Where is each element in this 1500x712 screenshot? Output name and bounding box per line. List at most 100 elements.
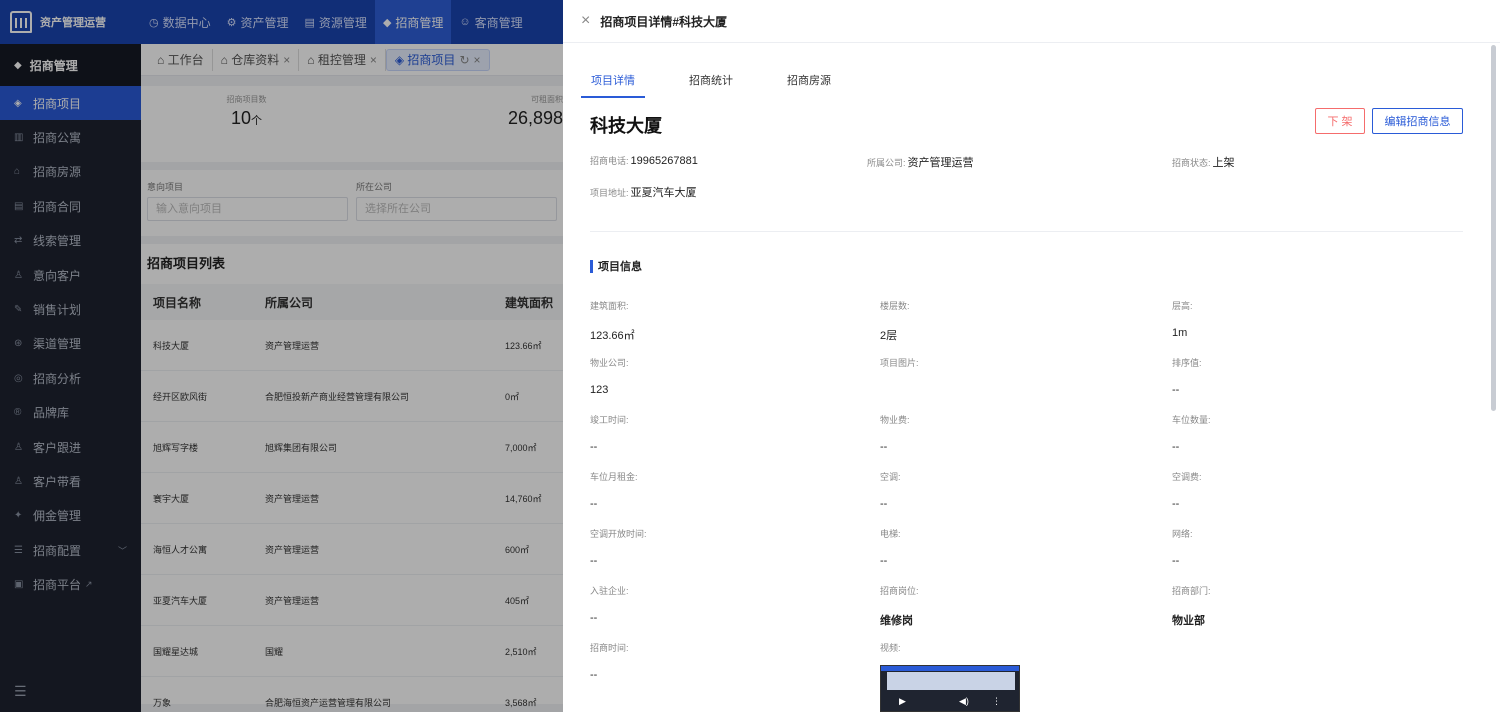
volume-icon[interactable]: ◀) <box>959 696 969 707</box>
project-icon: ◈ <box>394 52 408 67</box>
table-row[interactable]: 科技大厦 资产管理运营 123.66㎡ <box>141 320 563 371</box>
close-icon[interactable]: × <box>283 53 290 67</box>
contract-icon: ▤ <box>14 200 24 212</box>
project-name: 科技大厦 <box>590 116 662 136</box>
cell-area: 600㎡ <box>505 544 530 555</box>
column-header: 所属公司 <box>265 295 314 310</box>
stat-label: 招商项目数 <box>226 95 267 104</box>
section-project-info: 项目信息 <box>590 258 642 274</box>
table-row[interactable]: 亚夏汽车大厦 资产管理运营 405㎡ <box>141 575 563 626</box>
topnav-data-center[interactable]: ◷ 数据中心 <box>141 0 219 44</box>
sidebar-item-analysis[interactable]: ◎ 招商分析 <box>0 361 141 395</box>
stat-label: 可租面积 <box>531 95 563 104</box>
home-icon: ⌂ <box>157 52 168 67</box>
table-row[interactable]: 旭辉写字楼 旭辉集团有限公司 7,000㎡ <box>141 422 563 473</box>
tab-investment-rooms[interactable]: 招商房源 <box>777 72 841 98</box>
field-value: 123.66㎡ <box>590 330 635 342</box>
filter-label: 所在公司 <box>356 182 393 192</box>
sidebar-item-label: 招商房源 <box>33 165 82 180</box>
delist-button[interactable]: 下 架 <box>1315 108 1365 134</box>
address-info: 项目地址: 亚夏汽车大厦 <box>590 184 697 200</box>
close-icon[interactable]: × <box>474 53 481 67</box>
refresh-icon[interactable]: ↻ <box>459 53 469 67</box>
sidebar-item-config[interactable]: ☰ 招商配置 ﹀ <box>0 533 141 567</box>
sidebar-item-platform[interactable]: ▣ 招商平台 ↗ <box>0 567 141 601</box>
project-input[interactable]: 输入意向项目 <box>147 197 348 221</box>
address-value: 亚夏汽车大厦 <box>630 187 697 199</box>
sidebar-item-intent-customers[interactable]: ♙ 意向客户 <box>0 258 141 292</box>
sidebar-item-projects[interactable]: ◈ 招商项目 <box>0 86 141 121</box>
top-nav: ◷ 数据中心 ⚙ 资产管理 ▤ 资源管理 ◆ 招商管理 ☺ 客商管理 <box>141 0 531 44</box>
stat-value: 10个 <box>141 108 352 129</box>
company-select[interactable]: 选择所在公司 <box>356 197 557 221</box>
video-player[interactable]: ▶ ◀) ⋮ <box>880 665 1020 712</box>
collapse-menu-icon[interactable]: ☰ <box>14 683 27 700</box>
topnav-merchant[interactable]: ☺ 客商管理 <box>451 0 530 44</box>
cell-name: 万象 <box>153 697 172 708</box>
topnav-label: 资产管理 <box>240 15 289 30</box>
cell-area: 3,568㎡ <box>505 697 537 708</box>
tab-warehouse[interactable]: ⌂ 仓库资料 × <box>213 48 300 71</box>
tab-label: 仓库资料 <box>231 53 280 67</box>
filter-bar: 意向项目 输入意向项目 所在公司 选择所在公司 <box>141 170 563 236</box>
field-label: 网络: <box>1172 529 1193 539</box>
field-label: 空调: <box>880 472 901 482</box>
close-icon[interactable]: × <box>581 13 590 29</box>
project-icon: ◈ <box>14 97 22 109</box>
close-icon[interactable]: × <box>370 53 377 67</box>
field-value: -- <box>590 498 598 510</box>
stat-rentable-area: 可租面积 26,898 <box>352 86 563 162</box>
sidebar-item-label: 客户跟进 <box>33 440 82 455</box>
column-header: 建筑面积 <box>505 295 554 310</box>
topnav-asset[interactable]: ⚙ 资产管理 <box>219 0 297 44</box>
sidebar-item-commission[interactable]: ✦ 佣金管理 <box>0 499 141 533</box>
tab-workbench[interactable]: ⌂ 工作台 <box>149 48 213 71</box>
table-row[interactable]: 海恒人才公寓 资产管理运营 600㎡ <box>141 524 563 575</box>
tab-rent-control[interactable]: ⌂ 租控管理 × <box>299 48 386 71</box>
home-icon: ⌂ <box>14 166 21 178</box>
scrollbar[interactable] <box>1491 45 1496 411</box>
edit-investment-button[interactable]: 编辑招商信息 <box>1372 108 1463 134</box>
field-label: 竣工时间: <box>590 415 629 425</box>
sidebar-item-brands[interactable]: ® 品牌库 <box>0 396 141 430</box>
chevron-down-icon: ﹀ <box>117 545 127 556</box>
table-row[interactable]: 经开区欧风街 合肥恒投新产商业经营管理有限公司 0㎡ <box>141 371 563 422</box>
topnav-investment[interactable]: ◆ 招商管理 <box>374 0 452 44</box>
field-label: 入驻企业: <box>590 586 629 596</box>
tab-projects[interactable]: ◈ 招商项目 ↻ × <box>385 48 490 71</box>
table-row[interactable]: 寰宇大厦 资产管理运营 14,760㎡ <box>141 473 563 524</box>
tab-investment-stats[interactable]: 招商统计 <box>679 72 743 98</box>
column-header: 项目名称 <box>153 295 202 310</box>
sidebar-item-viewing[interactable]: ♙ 客户带看 <box>0 464 141 498</box>
sidebar-header: ◆ 招商管理 <box>0 44 141 86</box>
sliders-icon: ☰ <box>14 544 23 556</box>
more-options-icon[interactable]: ⋮ <box>992 696 1001 707</box>
list-title: 招商项目列表 <box>147 256 226 271</box>
sidebar-item-apartments[interactable]: ▥ 招商公寓 <box>0 120 141 154</box>
play-icon[interactable]: ▶ <box>899 696 906 707</box>
cell-area: 123.66㎡ <box>505 340 542 351</box>
field-label: 层高: <box>1172 301 1193 311</box>
diamond-icon: ◆ <box>382 16 392 29</box>
building-icon: ▤ <box>304 16 315 29</box>
user-icon: ♙ <box>14 475 23 487</box>
tab-project-detail[interactable]: 项目详情 <box>581 72 645 98</box>
sidebar-item-label: 销售计划 <box>33 303 82 318</box>
app-logo[interactable]: 资产管理运营 <box>0 0 141 44</box>
tab-label: 工作台 <box>167 53 204 67</box>
table-row[interactable]: 国耀星达城 国耀 2,510㎡ <box>141 626 563 677</box>
field-label: 车位数量: <box>1172 415 1211 425</box>
field-label: 空调费: <box>1172 472 1202 482</box>
page-tabs: ⌂ 工作台 ⌂ 仓库资料 × ⌂ 租控管理 × ◈ 招商项目 ↻ × <box>141 44 563 76</box>
stat-value: 26,898 <box>507 108 563 128</box>
sidebar-item-contracts[interactable]: ▤ 招商合同 <box>0 189 141 223</box>
sidebar-item-rooms[interactable]: ⌂ 招商房源 <box>0 155 141 189</box>
tab-label: 租控管理 <box>317 53 366 67</box>
main-content: ⌂ 工作台 ⌂ 仓库资料 × ⌂ 租控管理 × ◈ 招商项目 ↻ × 招商项目数 10个… <box>141 44 563 712</box>
sidebar-item-channels[interactable]: ⊛ 渠道管理 <box>0 327 141 361</box>
sidebar-item-leads[interactable]: ⇄ 线索管理 <box>0 224 141 258</box>
sidebar-item-sales-plan[interactable]: ✎ 销售计划 <box>0 292 141 326</box>
table-row[interactable]: 万象 合肥海恒资产运营管理有限公司 3,568㎡ <box>141 677 563 712</box>
topnav-resource[interactable]: ▤ 资源管理 <box>297 0 375 44</box>
sidebar-item-follow-up[interactable]: ♙ 客户跟进 <box>0 430 141 464</box>
